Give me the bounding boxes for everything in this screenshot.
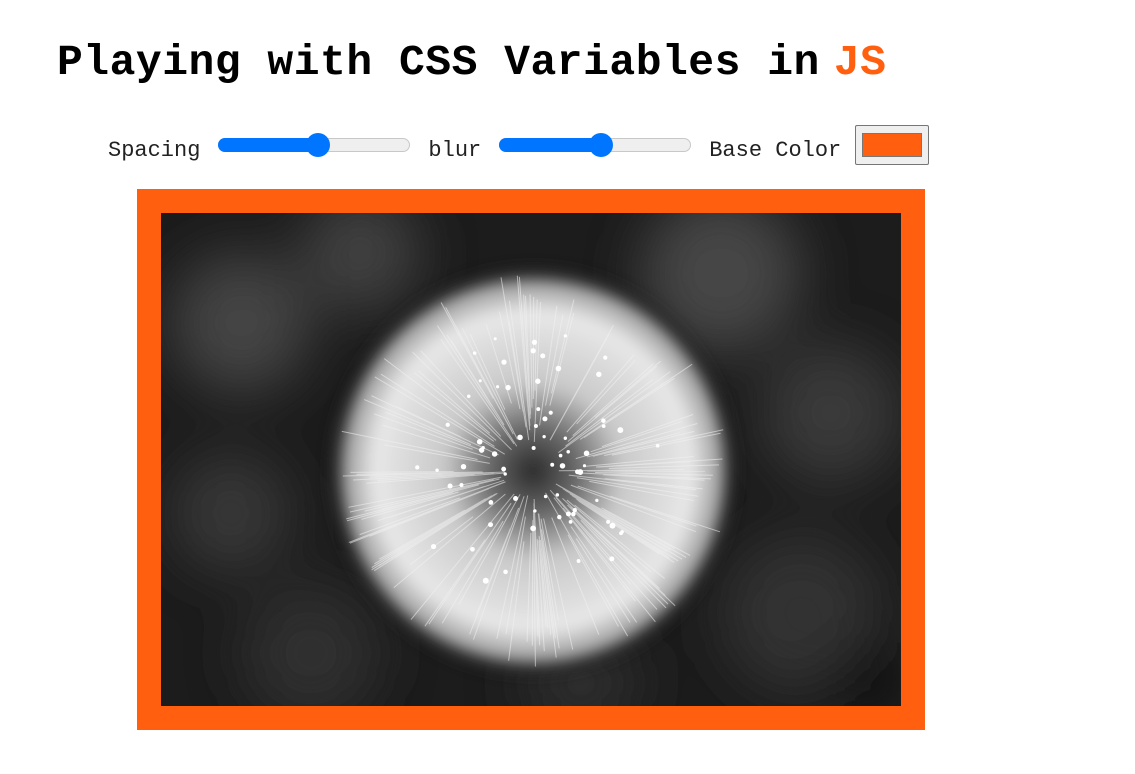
spacing-slider-fill <box>218 138 319 152</box>
dandelion-seed <box>655 443 660 448</box>
dandelion-seed <box>596 371 602 377</box>
blur-slider[interactable] <box>499 133 692 157</box>
dandelion-seed <box>501 466 507 472</box>
dandelion-seed <box>619 531 623 536</box>
dandelion-seed <box>501 359 507 365</box>
dandelion-seed <box>543 494 548 499</box>
base-color-picker[interactable] <box>855 125 930 165</box>
dandelion-seed <box>557 514 562 520</box>
dandelion-seed <box>606 519 611 524</box>
base-color-label: Base Color <box>709 137 842 163</box>
controls-bar: Spacing blur Base Color <box>108 124 930 166</box>
page-title-text: Playing with CSS Variables in <box>57 38 820 87</box>
dandelion-seed <box>488 522 494 528</box>
dandelion-seed <box>577 469 584 475</box>
dandelion-seed <box>503 472 507 476</box>
dandelion-seed <box>496 385 500 389</box>
dandelion-seed <box>415 465 420 470</box>
dandelion-seed <box>445 422 450 427</box>
dandelion-fibre <box>531 520 534 646</box>
dandelion-seed <box>466 394 471 399</box>
spacing-slider[interactable] <box>218 133 411 157</box>
dandelion-seed <box>617 427 624 434</box>
image-frame <box>137 189 925 730</box>
dandelion-seed <box>481 445 485 450</box>
dandelion-seed <box>459 482 464 488</box>
dandelion-seed <box>548 410 553 415</box>
dandelion-seed <box>460 463 467 470</box>
dandelion-seed <box>488 499 494 505</box>
dandelion-seed <box>550 462 555 467</box>
blur-slider-thumb[interactable] <box>588 133 613 157</box>
dandelion-seed <box>582 464 587 468</box>
dandelion-seed <box>482 577 489 584</box>
dandelion-seed <box>563 436 568 440</box>
dandelion-seed <box>565 511 571 517</box>
dandelion-seed <box>535 378 541 384</box>
page-title-highlight: JS <box>833 38 887 87</box>
dandelion-seed <box>595 498 599 503</box>
dandelion-seed <box>530 525 537 532</box>
dandelion-seed <box>533 424 538 429</box>
dandelion-seed <box>470 546 475 552</box>
dandelion-seed <box>517 434 523 441</box>
base-color-swatch <box>862 133 923 157</box>
dandelion-seed <box>583 450 590 457</box>
dandelion-seed <box>531 339 538 345</box>
dandelion-seed <box>601 418 606 423</box>
dandelion-seed <box>542 416 548 422</box>
dandelion-seed <box>601 424 606 428</box>
dandelion-seed <box>430 543 437 550</box>
dandelion-seed <box>568 519 573 524</box>
page-title: Playing with CSS Variables in JS <box>57 38 886 87</box>
dandelion-seed <box>609 556 615 562</box>
dandelion-seed <box>472 351 477 355</box>
dandelion-seed <box>555 365 562 372</box>
blur-slider-fill <box>499 138 601 152</box>
dandelion-seed <box>571 511 576 517</box>
dandelion-seed <box>493 337 497 341</box>
dandelion-seed <box>513 495 519 502</box>
dandelion-seed <box>558 453 563 458</box>
dandelion-seed <box>603 355 608 360</box>
dandelion-seed <box>536 407 541 412</box>
dandelion-seed <box>559 463 566 469</box>
spacing-slider-thumb[interactable] <box>306 133 331 157</box>
dandelion-seed <box>533 509 537 513</box>
dandelion-seed <box>447 483 453 489</box>
dandelion-seed <box>531 446 536 451</box>
blur-label: blur <box>428 137 482 163</box>
dandelion-seed <box>503 569 508 575</box>
dandelion-seed <box>478 379 482 383</box>
dandelion-seed <box>530 348 536 354</box>
dandelion-seed <box>540 353 546 359</box>
dandelion-seed <box>576 559 581 563</box>
dandelion-image <box>161 213 901 706</box>
dandelion-seed <box>609 522 616 529</box>
dandelion-seed <box>572 508 577 513</box>
dandelion-seed <box>555 493 560 497</box>
dandelion-seed <box>563 334 568 338</box>
dandelion-seed <box>476 438 483 445</box>
dandelion-seed <box>505 384 511 391</box>
dandelion-seed <box>491 451 498 457</box>
spacing-label: Spacing <box>108 137 201 163</box>
dandelion-seed <box>566 450 571 454</box>
dandelion-seed <box>542 434 546 439</box>
dandelion-seed <box>435 468 439 472</box>
